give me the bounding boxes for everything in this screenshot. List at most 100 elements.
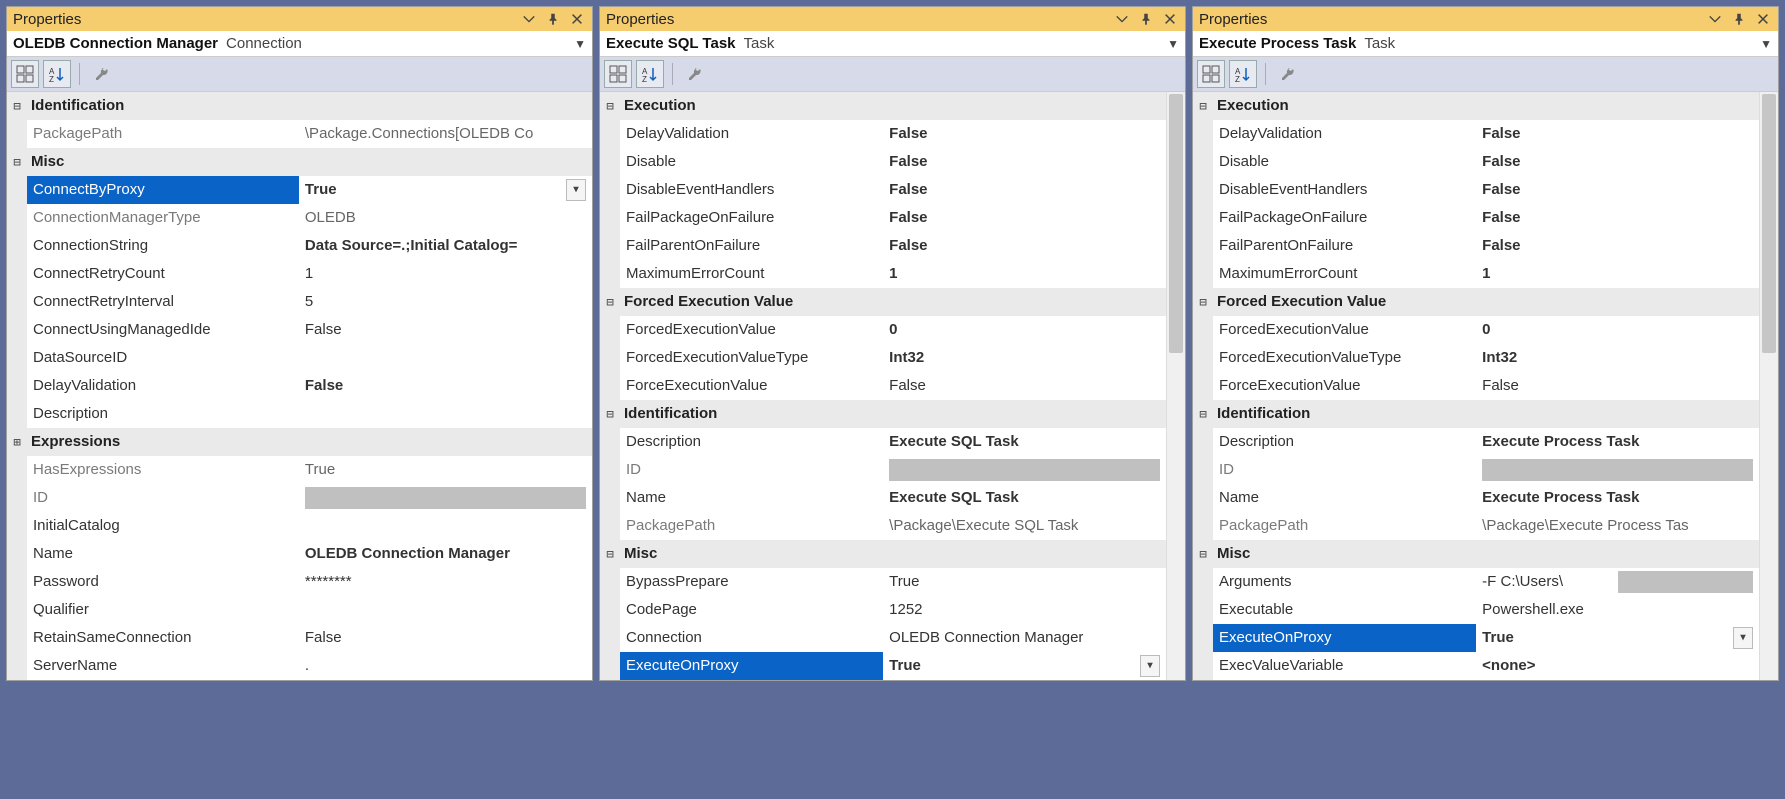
property-value[interactable]: Execute Process Task — [1482, 484, 1753, 512]
property-row[interactable]: ForcedExecutionValue0 — [1193, 316, 1759, 344]
property-value[interactable]: OLEDB — [305, 204, 586, 232]
category-header[interactable]: ⊟Execution — [600, 92, 1166, 120]
property-value[interactable]: False — [1482, 204, 1753, 232]
property-row[interactable]: Password******** — [7, 568, 592, 596]
property-row[interactable]: ExecuteOnProxyTrue▾ — [600, 652, 1166, 680]
expander-icon[interactable]: ⊟ — [7, 148, 27, 176]
category-header[interactable]: ⊟Forced Execution Value — [1193, 288, 1759, 316]
property-row[interactable]: ID — [600, 456, 1166, 484]
expander-icon[interactable]: ⊟ — [1193, 400, 1213, 428]
property-row[interactable]: PackagePath\Package\Execute SQL Task — [600, 512, 1166, 540]
property-row[interactable]: HasExpressionsTrue — [7, 456, 592, 484]
property-value[interactable]: OLEDB Connection Manager — [889, 624, 1160, 652]
expander-icon[interactable]: ⊟ — [600, 540, 620, 568]
chevron-down-icon[interactable]: ▼ — [1760, 37, 1772, 51]
expander-icon[interactable]: ⊟ — [600, 288, 620, 316]
category-header[interactable]: ⊟Identification — [1193, 400, 1759, 428]
property-row[interactable]: ConnectUsingManagedIdeFalse — [7, 316, 592, 344]
sort-alpha-button[interactable]: AZ — [636, 60, 664, 88]
property-row[interactable]: DelayValidationFalse — [7, 372, 592, 400]
property-value[interactable]: False — [889, 204, 1160, 232]
sort-alpha-button[interactable]: AZ — [43, 60, 71, 88]
property-row[interactable]: ForceExecutionValueFalse — [600, 372, 1166, 400]
property-row[interactable]: FailParentOnFailureFalse — [1193, 232, 1759, 260]
property-row[interactable]: PackagePath\Package\Execute Process Tas — [1193, 512, 1759, 540]
expander-icon[interactable]: ⊟ — [1193, 92, 1213, 120]
pin-icon[interactable] — [1137, 10, 1155, 28]
dropdown-icon[interactable] — [1113, 10, 1131, 28]
property-row[interactable]: ConnectionOLEDB Connection Manager — [600, 624, 1166, 652]
property-row[interactable]: ExecuteOnProxyTrue▾ — [1193, 624, 1759, 652]
property-row[interactable]: FailPackageOnFailureFalse — [1193, 204, 1759, 232]
property-row[interactable]: PackagePath\Package.Connections[OLEDB Co — [7, 120, 592, 148]
property-row[interactable]: DisableFalse — [600, 148, 1166, 176]
object-selector[interactable]: Execute SQL TaskTask▼ — [600, 31, 1185, 57]
property-row[interactable]: ConnectRetryCount1 — [7, 260, 592, 288]
property-value[interactable]: False — [1482, 232, 1753, 260]
property-value[interactable]: Int32 — [1482, 344, 1753, 372]
property-value[interactable]: Execute Process Task — [1482, 428, 1753, 456]
property-row[interactable]: ForcedExecutionValueTypeInt32 — [600, 344, 1166, 372]
property-row[interactable]: DisableFalse — [1193, 148, 1759, 176]
property-value[interactable]: 5 — [305, 288, 586, 316]
property-value[interactable]: 1 — [305, 260, 586, 288]
category-header[interactable]: ⊟Identification — [600, 400, 1166, 428]
property-value[interactable]: 0 — [889, 316, 1160, 344]
property-value[interactable]: True — [889, 568, 1160, 596]
expander-icon[interactable]: ⊞ — [7, 428, 27, 456]
property-row[interactable]: FailParentOnFailureFalse — [600, 232, 1166, 260]
expander-icon[interactable]: ⊟ — [600, 400, 620, 428]
property-value[interactable]: False — [1482, 176, 1753, 204]
property-row[interactable]: MaximumErrorCount1 — [1193, 260, 1759, 288]
property-value[interactable]: Int32 — [889, 344, 1160, 372]
category-header[interactable]: ⊟Forced Execution Value — [600, 288, 1166, 316]
property-row[interactable]: ExecutablePowershell.exe — [1193, 596, 1759, 624]
vertical-scrollbar[interactable] — [1166, 92, 1185, 680]
dropdown-button[interactable]: ▾ — [1733, 627, 1753, 649]
property-row[interactable]: ConnectionManagerTypeOLEDB — [7, 204, 592, 232]
expander-icon[interactable]: ⊟ — [1193, 288, 1213, 316]
pin-icon[interactable] — [1730, 10, 1748, 28]
property-row[interactable]: NameExecute SQL Task — [600, 484, 1166, 512]
vertical-scrollbar[interactable] — [1759, 92, 1778, 680]
property-value[interactable]: False — [1482, 148, 1753, 176]
scrollbar-thumb[interactable] — [1762, 94, 1776, 353]
property-value[interactable]: \Package\Execute SQL Task — [889, 512, 1160, 540]
property-row[interactable]: RetainSameConnectionFalse — [7, 624, 592, 652]
close-icon[interactable] — [1754, 10, 1772, 28]
property-value[interactable]: False — [889, 120, 1160, 148]
property-value[interactable]: \Package\Execute Process Tas — [1482, 512, 1753, 540]
property-pages-button[interactable] — [88, 60, 116, 88]
property-row[interactable]: ID — [7, 484, 592, 512]
property-value[interactable]: . — [305, 652, 586, 680]
property-value[interactable]: False — [889, 176, 1160, 204]
categorized-button[interactable] — [1197, 60, 1225, 88]
expander-icon[interactable]: ⊟ — [1193, 540, 1213, 568]
close-icon[interactable] — [568, 10, 586, 28]
property-row[interactable]: InitialCatalog — [7, 512, 592, 540]
property-row[interactable]: CodePage1252 — [600, 596, 1166, 624]
chevron-down-icon[interactable]: ▼ — [574, 37, 586, 51]
category-header[interactable]: ⊟Misc — [600, 540, 1166, 568]
property-value[interactable]: True — [1482, 624, 1729, 652]
property-value[interactable]: 1 — [889, 260, 1160, 288]
property-row[interactable]: ForcedExecutionValueTypeInt32 — [1193, 344, 1759, 372]
scrollbar-thumb[interactable] — [1169, 94, 1183, 353]
property-row[interactable]: Qualifier — [7, 596, 592, 624]
property-value[interactable]: True — [305, 176, 562, 204]
property-row[interactable]: DisableEventHandlersFalse — [600, 176, 1166, 204]
property-row[interactable]: Arguments-F C:\Users\ — [1193, 568, 1759, 596]
property-row[interactable]: NameExecute Process Task — [1193, 484, 1759, 512]
categorized-button[interactable] — [11, 60, 39, 88]
dropdown-icon[interactable] — [520, 10, 538, 28]
property-value[interactable]: Execute SQL Task — [889, 484, 1160, 512]
property-row[interactable]: ConnectRetryInterval5 — [7, 288, 592, 316]
property-value[interactable]: False — [1482, 372, 1753, 400]
property-row[interactable]: MaximumErrorCount1 — [600, 260, 1166, 288]
property-row[interactable]: Description — [7, 400, 592, 428]
property-row[interactable]: DescriptionExecute SQL Task — [600, 428, 1166, 456]
property-row[interactable]: ForcedExecutionValue0 — [600, 316, 1166, 344]
property-value[interactable]: True — [305, 456, 586, 484]
property-value[interactable]: 1 — [1482, 260, 1753, 288]
category-header[interactable]: ⊟Identification — [7, 92, 592, 120]
